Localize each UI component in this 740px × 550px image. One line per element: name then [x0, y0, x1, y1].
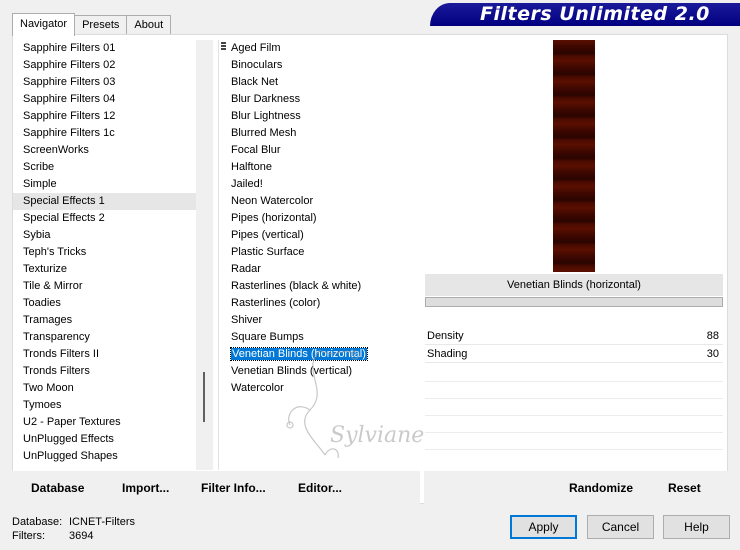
editor-button[interactable]: Editor... — [298, 481, 342, 495]
preview-filter-name: Venetian Blinds (horizontal) — [425, 274, 723, 296]
filter-item[interactable]: Focal Blur — [219, 142, 418, 159]
filter-item[interactable]: Shiver — [219, 312, 418, 329]
filter-list[interactable]: Aged Film Binoculars Black Net Blur Darknes… — [218, 40, 418, 470]
category-item[interactable]: Simple — [13, 176, 213, 193]
category-item[interactable]: Sapphire Filters 02 — [13, 57, 213, 74]
database-button[interactable]: Database — [31, 481, 84, 495]
filter-item[interactable]: Radar — [219, 261, 418, 278]
import-button[interactable]: Import... — [122, 481, 169, 495]
preview-image — [553, 40, 595, 272]
filter-item[interactable]: Venetian Blinds (vertical) — [219, 363, 418, 380]
toolbar-left: Database Import... Filter Info... Editor… — [12, 471, 420, 504]
filter-item[interactable]: Neon Watercolor — [219, 193, 418, 210]
filter-info-button[interactable]: Filter Info... — [201, 481, 266, 495]
category-item[interactable]: Two Moon — [13, 380, 213, 397]
filter-item[interactable]: Halftone — [219, 159, 418, 176]
filter-item[interactable]: Rasterlines (black & white) — [219, 278, 418, 295]
param-row-shading[interactable]: Shading 30 — [425, 346, 723, 363]
filters-label: Filters: — [12, 530, 45, 542]
category-item[interactable]: Sapphire Filters 04 — [13, 91, 213, 108]
category-item[interactable]: Transparency — [13, 329, 213, 346]
category-item[interactable]: ScreenWorks — [13, 142, 213, 159]
param-value: 88 — [706, 330, 719, 342]
filter-item[interactable]: Watercolor — [219, 380, 418, 397]
reset-button[interactable]: Reset — [668, 481, 701, 495]
database-value: ICNET-Filters — [69, 516, 135, 528]
app-title-banner: Filters Unlimited 2.0 — [430, 3, 740, 26]
category-item[interactable]: Scribe — [13, 159, 213, 176]
category-item[interactable]: Tronds Filters II — [13, 346, 213, 363]
tab-about[interactable]: About — [126, 15, 172, 35]
param-row-empty — [425, 415, 723, 416]
category-item[interactable]: Tronds Filters — [13, 363, 213, 380]
category-item[interactable]: UnPlugged Effects — [13, 431, 213, 448]
category-item[interactable]: Sapphire Filters 12 — [13, 108, 213, 125]
database-label: Database: — [12, 516, 63, 528]
category-item[interactable]: Sapphire Filters 1c — [13, 125, 213, 142]
category-item[interactable]: Sybia — [13, 227, 213, 244]
param-label: Shading — [427, 348, 468, 360]
filter-item[interactable]: Rasterlines (color) — [219, 295, 418, 312]
category-item[interactable]: Sapphire Filters 01 — [13, 40, 213, 57]
filter-item[interactable]: Blur Darkness — [219, 91, 418, 108]
category-item[interactable]: U2 - Paper Textures — [13, 414, 213, 431]
cancel-button[interactable]: Cancel — [587, 515, 654, 539]
category-item[interactable]: Tramages — [13, 312, 213, 329]
filter-item[interactable]: Blurred Mesh — [219, 125, 418, 142]
parameter-list: Density 88 Shading 30 — [425, 312, 723, 470]
param-row-empty — [425, 381, 723, 382]
category-item[interactable]: Toadies — [13, 295, 213, 312]
filter-item[interactable]: Binoculars — [219, 57, 418, 74]
param-row-empty — [425, 432, 723, 433]
param-row-empty — [425, 449, 723, 450]
filter-item[interactable]: Pipes (horizontal) — [219, 210, 418, 227]
category-item[interactable]: Sapphire Filters 03 — [13, 74, 213, 91]
filter-item[interactable]: Aged Film — [219, 40, 418, 57]
list-grip-icon — [221, 42, 227, 54]
filters-count: 3694 — [69, 530, 94, 542]
category-scrollbar[interactable] — [196, 40, 213, 470]
category-item[interactable]: Tymoes — [13, 397, 213, 414]
filter-item[interactable]: Pipes (vertical) — [219, 227, 418, 244]
tab-bar: Navigator Presets About — [12, 13, 172, 36]
filter-item[interactable]: Venetian Blinds (horizontal) — [219, 346, 418, 363]
help-button[interactable]: Help — [663, 515, 730, 539]
param-label: Density — [427, 330, 464, 342]
toolbar-right: Randomize Reset — [424, 471, 728, 504]
parameter-slider-track[interactable] — [425, 297, 723, 307]
apply-button[interactable]: Apply — [510, 515, 577, 539]
category-item[interactable]: UnPlugged Shapes — [13, 448, 213, 465]
tab-navigator[interactable]: Navigator — [12, 13, 76, 36]
filter-item[interactable]: Square Bumps — [219, 329, 418, 346]
tab-presets[interactable]: Presets — [74, 15, 128, 35]
filter-item[interactable]: Plastic Surface — [219, 244, 418, 261]
category-list[interactable]: Sapphire Filters 01 Sapphire Filters 02 Sa… — [13, 40, 213, 470]
param-row-empty — [425, 398, 723, 399]
param-value: 30 — [706, 348, 719, 360]
filter-item[interactable]: Jailed! — [219, 176, 418, 193]
filter-item[interactable]: Blur Lightness — [219, 108, 418, 125]
category-item[interactable]: Teph's Tricks — [13, 244, 213, 261]
randomize-button[interactable]: Randomize — [569, 481, 633, 495]
category-item[interactable]: Special Effects 2 — [13, 210, 213, 227]
param-row-density[interactable]: Density 88 — [425, 328, 723, 345]
scrollbar-thumb[interactable] — [203, 372, 205, 422]
category-item[interactable]: Special Effects 1 — [13, 193, 213, 210]
filter-item[interactable]: Black Net — [219, 74, 418, 91]
category-item[interactable]: Tile & Mirror — [13, 278, 213, 295]
category-item[interactable]: Texturize — [13, 261, 213, 278]
